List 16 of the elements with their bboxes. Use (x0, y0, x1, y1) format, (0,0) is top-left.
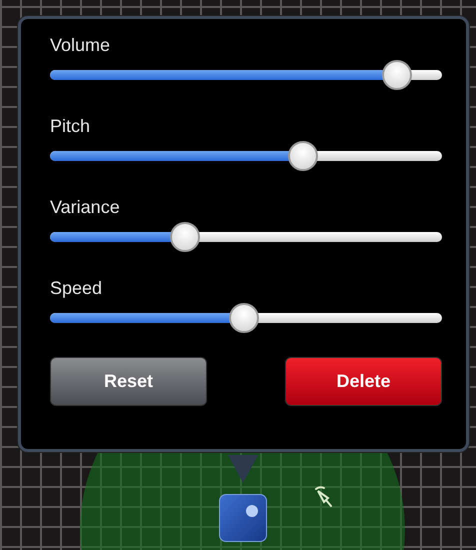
slider-label: Pitch (50, 116, 92, 137)
slider-label: Variance (50, 197, 121, 218)
slider-label: Volume (50, 35, 112, 56)
slider-thumb[interactable] (229, 303, 259, 333)
slider[interactable] (50, 60, 442, 90)
slider-label: Speed (50, 278, 104, 299)
slider-thumb[interactable] (170, 222, 200, 252)
delete-button[interactable]: Delete (285, 357, 442, 406)
slider[interactable] (50, 141, 442, 171)
popover-arrow (228, 455, 258, 483)
slider[interactable] (50, 303, 442, 333)
reset-button[interactable]: Reset (50, 357, 207, 406)
picture-tile-icon[interactable] (219, 494, 267, 542)
slider-thumb[interactable] (288, 141, 318, 171)
slider[interactable] (50, 222, 442, 252)
slider-thumb[interactable] (382, 60, 412, 90)
